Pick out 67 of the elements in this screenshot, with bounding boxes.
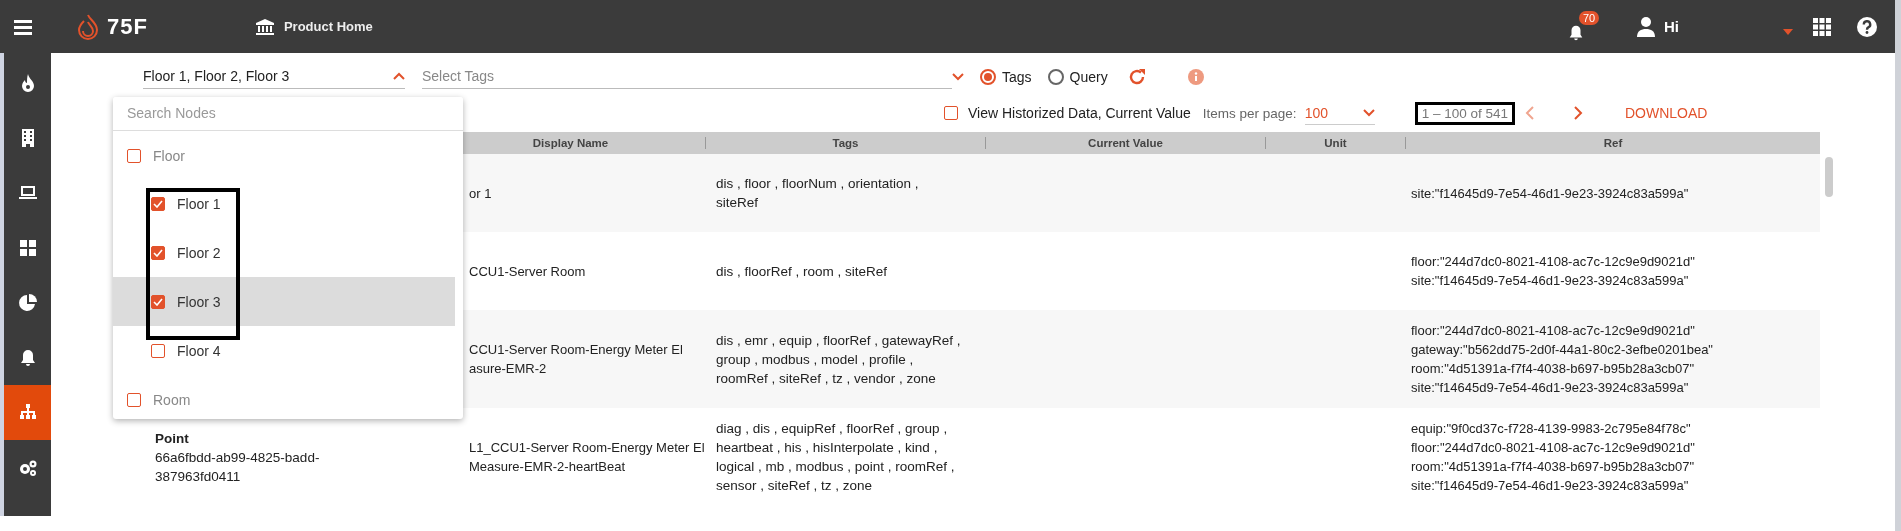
- tree-item[interactable]: Floor 1: [113, 179, 455, 228]
- flame-logo-icon: [75, 12, 101, 41]
- page-scrollbar[interactable]: [1895, 0, 1901, 531]
- display-name: L1_CCU1-Server Room-Energy Meter El Measure-EMR-2-heartBeat: [469, 439, 705, 476]
- check-icon: [153, 199, 163, 208]
- check-icon: [153, 297, 163, 306]
- ref-text: floor:"244d7dc0-8021-4108-ac7c-12c9e9d9021d" site:"f14645d9-7e54-46d1-9e23-3924c83a599a": [1411, 253, 1696, 290]
- notification-badge: 70: [1579, 10, 1600, 25]
- checkbox[interactable]: [151, 343, 165, 358]
- tags-text: dis , floor , floorNum , orientation , siteRef: [716, 175, 920, 212]
- user-menu[interactable]: Hi: [1637, 16, 1679, 37]
- pie-chart-icon: [17, 292, 38, 313]
- caret-up-icon: [393, 71, 405, 80]
- tree-item[interactable]: Floor 2: [113, 228, 455, 277]
- tags-select-field[interactable]: Select Tags: [422, 65, 952, 89]
- menu-icon[interactable]: [13, 17, 33, 36]
- checkbox[interactable]: [127, 393, 141, 407]
- tree-item[interactable]: Room: [113, 387, 463, 413]
- mode-radio[interactable]: Query: [1047, 69, 1108, 85]
- user-icon: [1637, 16, 1655, 37]
- notification-button[interactable]: 70: [1567, 10, 1599, 43]
- caret-down-icon: [1362, 108, 1375, 117]
- items-per-page-select[interactable]: 100: [1304, 101, 1375, 125]
- grid-icon: [17, 237, 38, 258]
- help-icon[interactable]: [1857, 16, 1877, 37]
- radio-circle[interactable]: [1047, 69, 1064, 85]
- brand-logo[interactable]: 75F: [75, 12, 148, 41]
- download-button[interactable]: DOWNLOAD: [1622, 101, 1710, 125]
- page-range: 1 – 100 of 541: [1414, 101, 1515, 125]
- bank-icon: [255, 18, 274, 35]
- apps-grid-icon[interactable]: [1813, 17, 1831, 36]
- display-name: CCU1-Server Room: [469, 262, 587, 281]
- row-type: Point: [155, 429, 190, 448]
- caret-down-icon: [952, 73, 964, 81]
- ref-text: floor:"244d7dc0-8021-4108-ac7c-12c9e9d9021d" gateway:"b562dd75-2d0f-44a1-80c2-3efbe0201bea" room:"4d51391a-f7f4-4038-b697-b95b28a3cb07" site:"f14645d9-7e54-46d1-9e23-3924c83a599a": [1411, 322, 1714, 397]
- caret-down-icon[interactable]: [1783, 28, 1793, 35]
- checkbox[interactable]: [944, 106, 958, 120]
- search-field[interactable]: Search Nodes: [113, 97, 463, 131]
- info-icon[interactable]: [1187, 69, 1204, 85]
- row-id: 66a6fbdd-ab99-4825-badd-387963fd0411: [155, 448, 321, 486]
- checkbox[interactable]: [151, 294, 165, 309]
- tree-item[interactable]: Floor 4: [113, 326, 455, 375]
- items-per-page-label: Items per page:: [1202, 105, 1297, 121]
- check-icon: [153, 248, 163, 257]
- checkbox-label: View Historized Data, Current Value: [968, 105, 1191, 121]
- checkbox[interactable]: [127, 149, 141, 163]
- display-name: or 1: [469, 184, 493, 203]
- previous-page-icon[interactable]: [1524, 106, 1535, 120]
- refresh-icon[interactable]: [1127, 68, 1146, 86]
- ref-text: site:"f14645d9-7e54-46d1-9e23-3924c83a599a": [1411, 184, 1690, 203]
- radio-label: Query: [1069, 69, 1108, 85]
- scrollbar-thumb[interactable]: [1825, 157, 1833, 197]
- page-title: Product Home: [283, 19, 373, 34]
- radio-label: Tags: [1002, 69, 1032, 85]
- tree-item[interactable]: Floor 3: [113, 277, 455, 326]
- display-name: CCU1-Server Room-Energy Meter El asure-EMR-2: [469, 341, 684, 378]
- checkbox[interactable]: [151, 245, 165, 260]
- node-select[interactable]: Floor 1, Floor 2, Floor 3: [143, 65, 405, 89]
- mode-radio[interactable]: Tags: [980, 69, 1032, 85]
- radio-circle[interactable]: [980, 69, 996, 85]
- tags-text: dis , emr , equip , floorRef , gatewayRef , group , modbus , model , profile , roomRef , siteRef , tz , vendor , zone: [716, 331, 962, 388]
- tags-text: dis , floorRef , room , siteRef: [716, 262, 889, 281]
- checkbox[interactable]: [151, 196, 165, 211]
- next-page-icon[interactable]: [1572, 106, 1583, 120]
- column-header: Ref: [1405, 137, 1820, 149]
- ref-text: equip:"9f0cd37c-f728-4139-9983-2c795e84f78c" floor:"244d7dc0-8021-4108-ac7c-12c9e9d9021d" room:"4d51391a-f7f4-4038-b697-b95b28a3cb07" site:"f14645d9-7e54-46d1-9e23-3924c83a599a": [1411, 420, 1696, 495]
- tags-text: diag , dis , equipRef , floorRef , group , heartbeat , his , hisInterpolate , kind , logical , mb , modbus , point , roomRef , sensor , siteRef , tz , zone: [716, 420, 956, 495]
